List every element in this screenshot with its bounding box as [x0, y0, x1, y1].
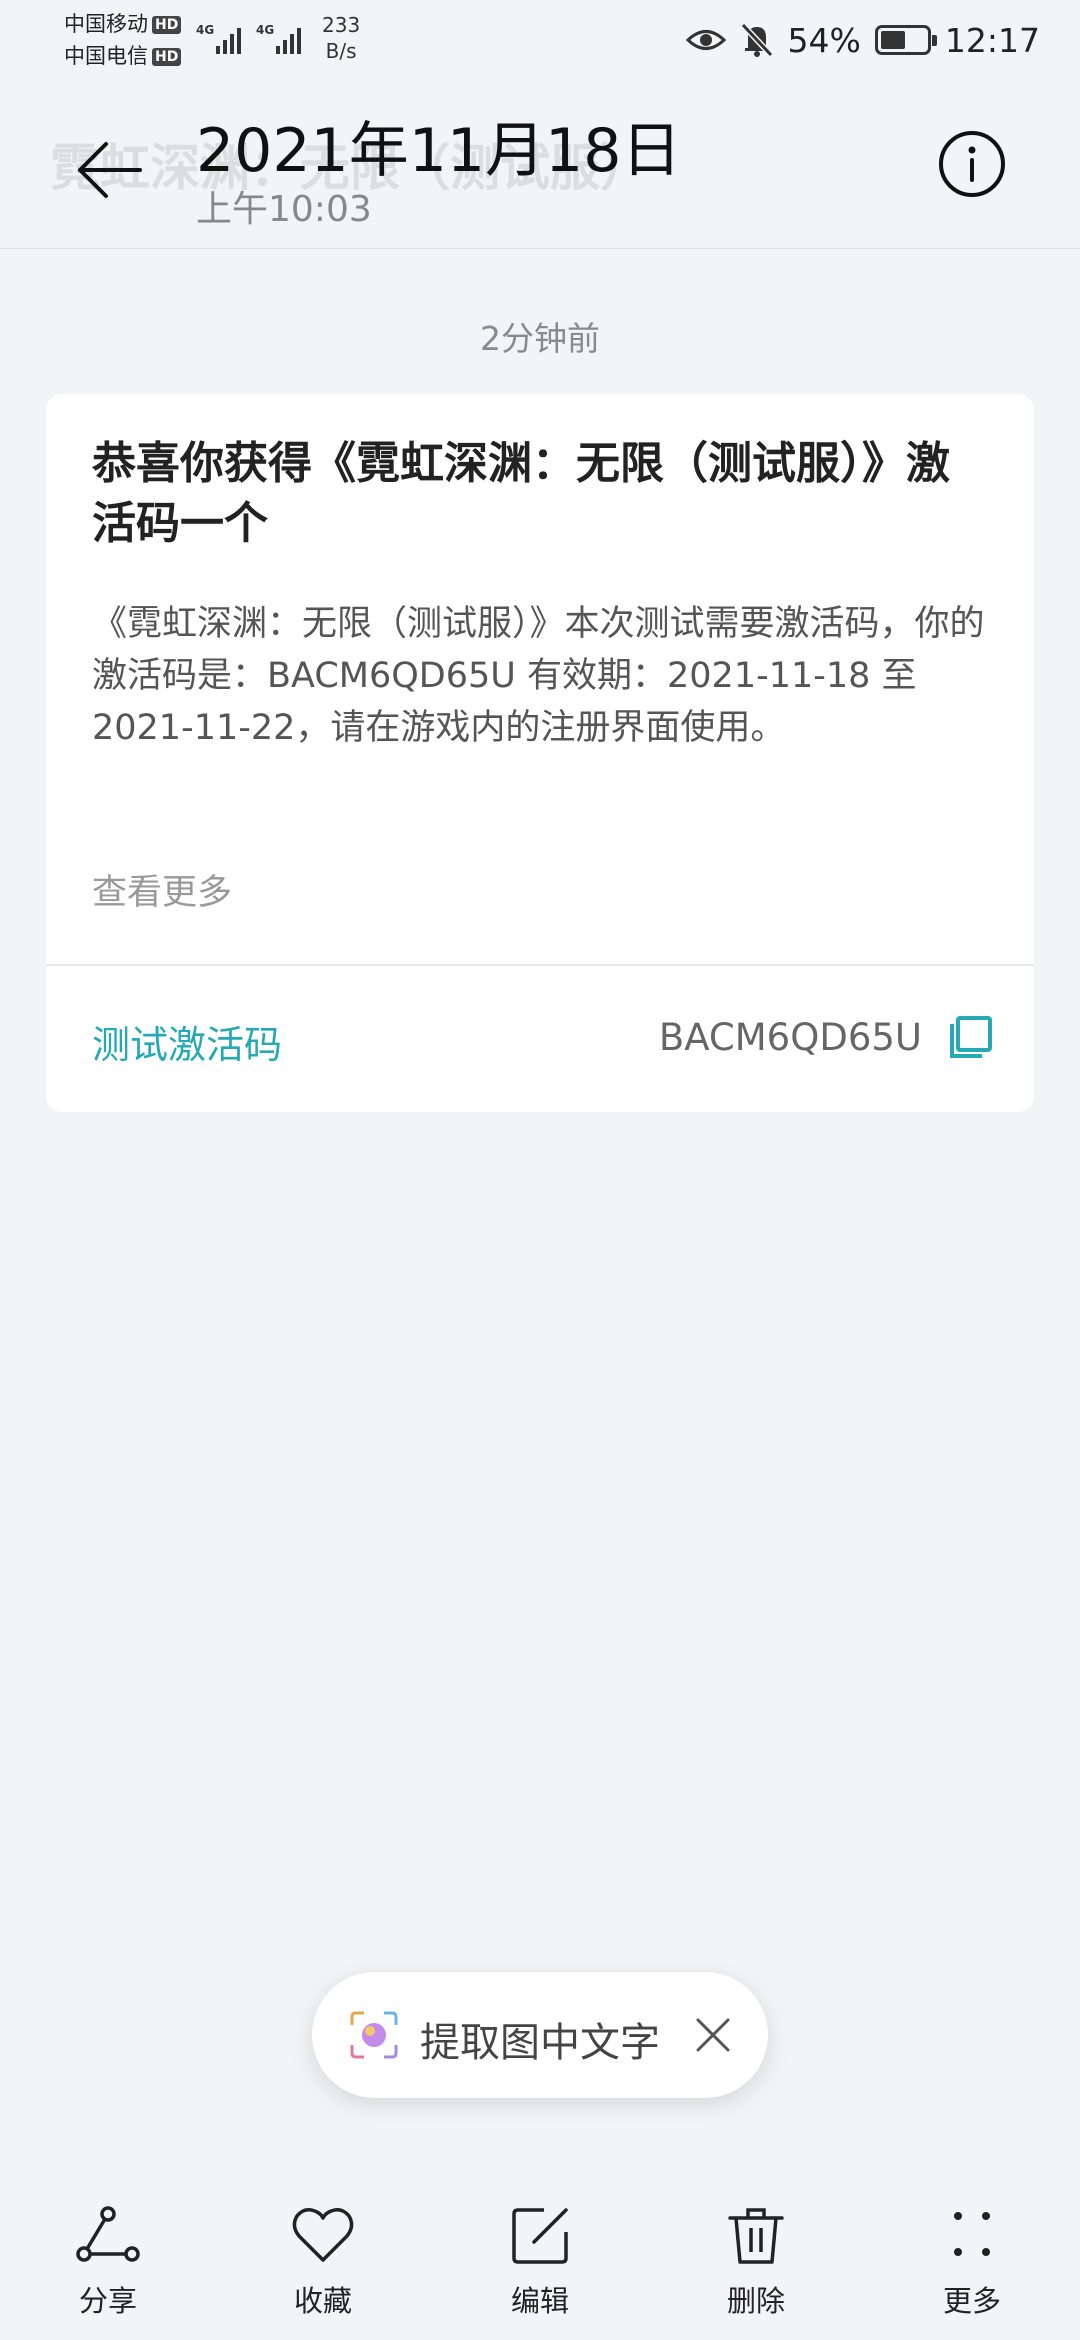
more-button[interactable]: 更多	[897, 2200, 1047, 2320]
scan-text-icon	[350, 2011, 398, 2059]
copy-icon[interactable]	[946, 1014, 994, 1062]
back-arrow-icon[interactable]	[70, 130, 150, 210]
bell-mute-icon	[740, 22, 773, 58]
heart-icon	[292, 2208, 354, 2262]
status-time: 12:17	[944, 20, 1040, 60]
delete-button[interactable]: 删除	[681, 2200, 831, 2320]
net-speed: 233 B/s	[322, 12, 360, 64]
activation-code-value: BACM6QD65U	[658, 1016, 922, 1059]
message-card: 恭喜你获得《霓虹深渊：无限（测试服）》激活码一个 《霓虹深渊：无限（测试服）》本…	[46, 394, 1034, 1112]
net-speed-unit: B/s	[325, 39, 357, 63]
edit-label: 编辑	[510, 2284, 569, 2318]
view-more-link[interactable]: 查看更多	[92, 864, 232, 915]
share-icon	[76, 2206, 140, 2262]
extract-text-pill[interactable]: 提取图中文字	[312, 1972, 768, 2098]
carrier-1-label: 中国移动	[64, 12, 148, 36]
battery-fill	[880, 31, 905, 49]
net-speed-value: 233	[322, 13, 361, 37]
carrier-2: 中国电信 HD	[64, 42, 182, 70]
share-label: 分享	[78, 2284, 137, 2318]
share-button[interactable]: 分享	[33, 2200, 183, 2320]
more-icon	[954, 2212, 990, 2256]
extract-text-label: 提取图中文字	[420, 2020, 660, 2066]
eye-icon	[685, 30, 726, 50]
battery-percent: 54%	[787, 20, 861, 60]
trash-icon	[728, 2208, 784, 2264]
page-subtitle-time: 上午10:03	[196, 189, 372, 230]
edit-icon	[512, 2208, 568, 2264]
card-title: 恭喜你获得《霓虹深渊：无限（测试服）》激活码一个	[92, 438, 950, 549]
favorite-button[interactable]: 收藏	[248, 2200, 398, 2320]
info-icon[interactable]	[936, 128, 1008, 200]
close-icon[interactable]	[690, 2012, 736, 2058]
net-type-label: 4G	[256, 23, 274, 37]
card-body: 《霓虹深渊：无限（测试服）》本次测试需要激活码，你的激活码是：BACM6QD65…	[92, 604, 985, 748]
carrier-1: 中国移动 HD	[64, 10, 182, 38]
delete-label: 删除	[726, 2284, 785, 2318]
more-label: 更多	[942, 2284, 1001, 2318]
hd-badge: HD	[152, 16, 182, 34]
carrier-2-label: 中国电信	[64, 44, 148, 68]
status-right: 54% 12:17	[685, 18, 1040, 62]
relative-time: 2分钟前	[480, 319, 600, 358]
card-divider	[46, 964, 1034, 966]
signal-icon: 4G	[256, 23, 301, 54]
edit-button[interactable]: 编辑	[465, 2200, 615, 2320]
header: 霓虹深渊：无限（测试服） 2021年11月18日 上午10:03	[0, 80, 1080, 249]
status-bar: 中国移动 HD 中国电信 HD 4G 4G 233 B/s 54% 12:17	[0, 0, 1080, 80]
bottom-toolbar: 分享 收藏 编辑 删除 更多	[0, 2180, 1080, 2340]
battery-icon	[874, 25, 937, 55]
hd-badge: HD	[152, 48, 182, 66]
signal-icon: 4G	[196, 23, 241, 54]
net-type-label: 4G	[196, 23, 214, 37]
activation-code-label: 测试激活码	[92, 1023, 283, 1067]
favorite-label: 收藏	[293, 2284, 352, 2318]
page-title: 2021年11月18日	[196, 116, 682, 186]
